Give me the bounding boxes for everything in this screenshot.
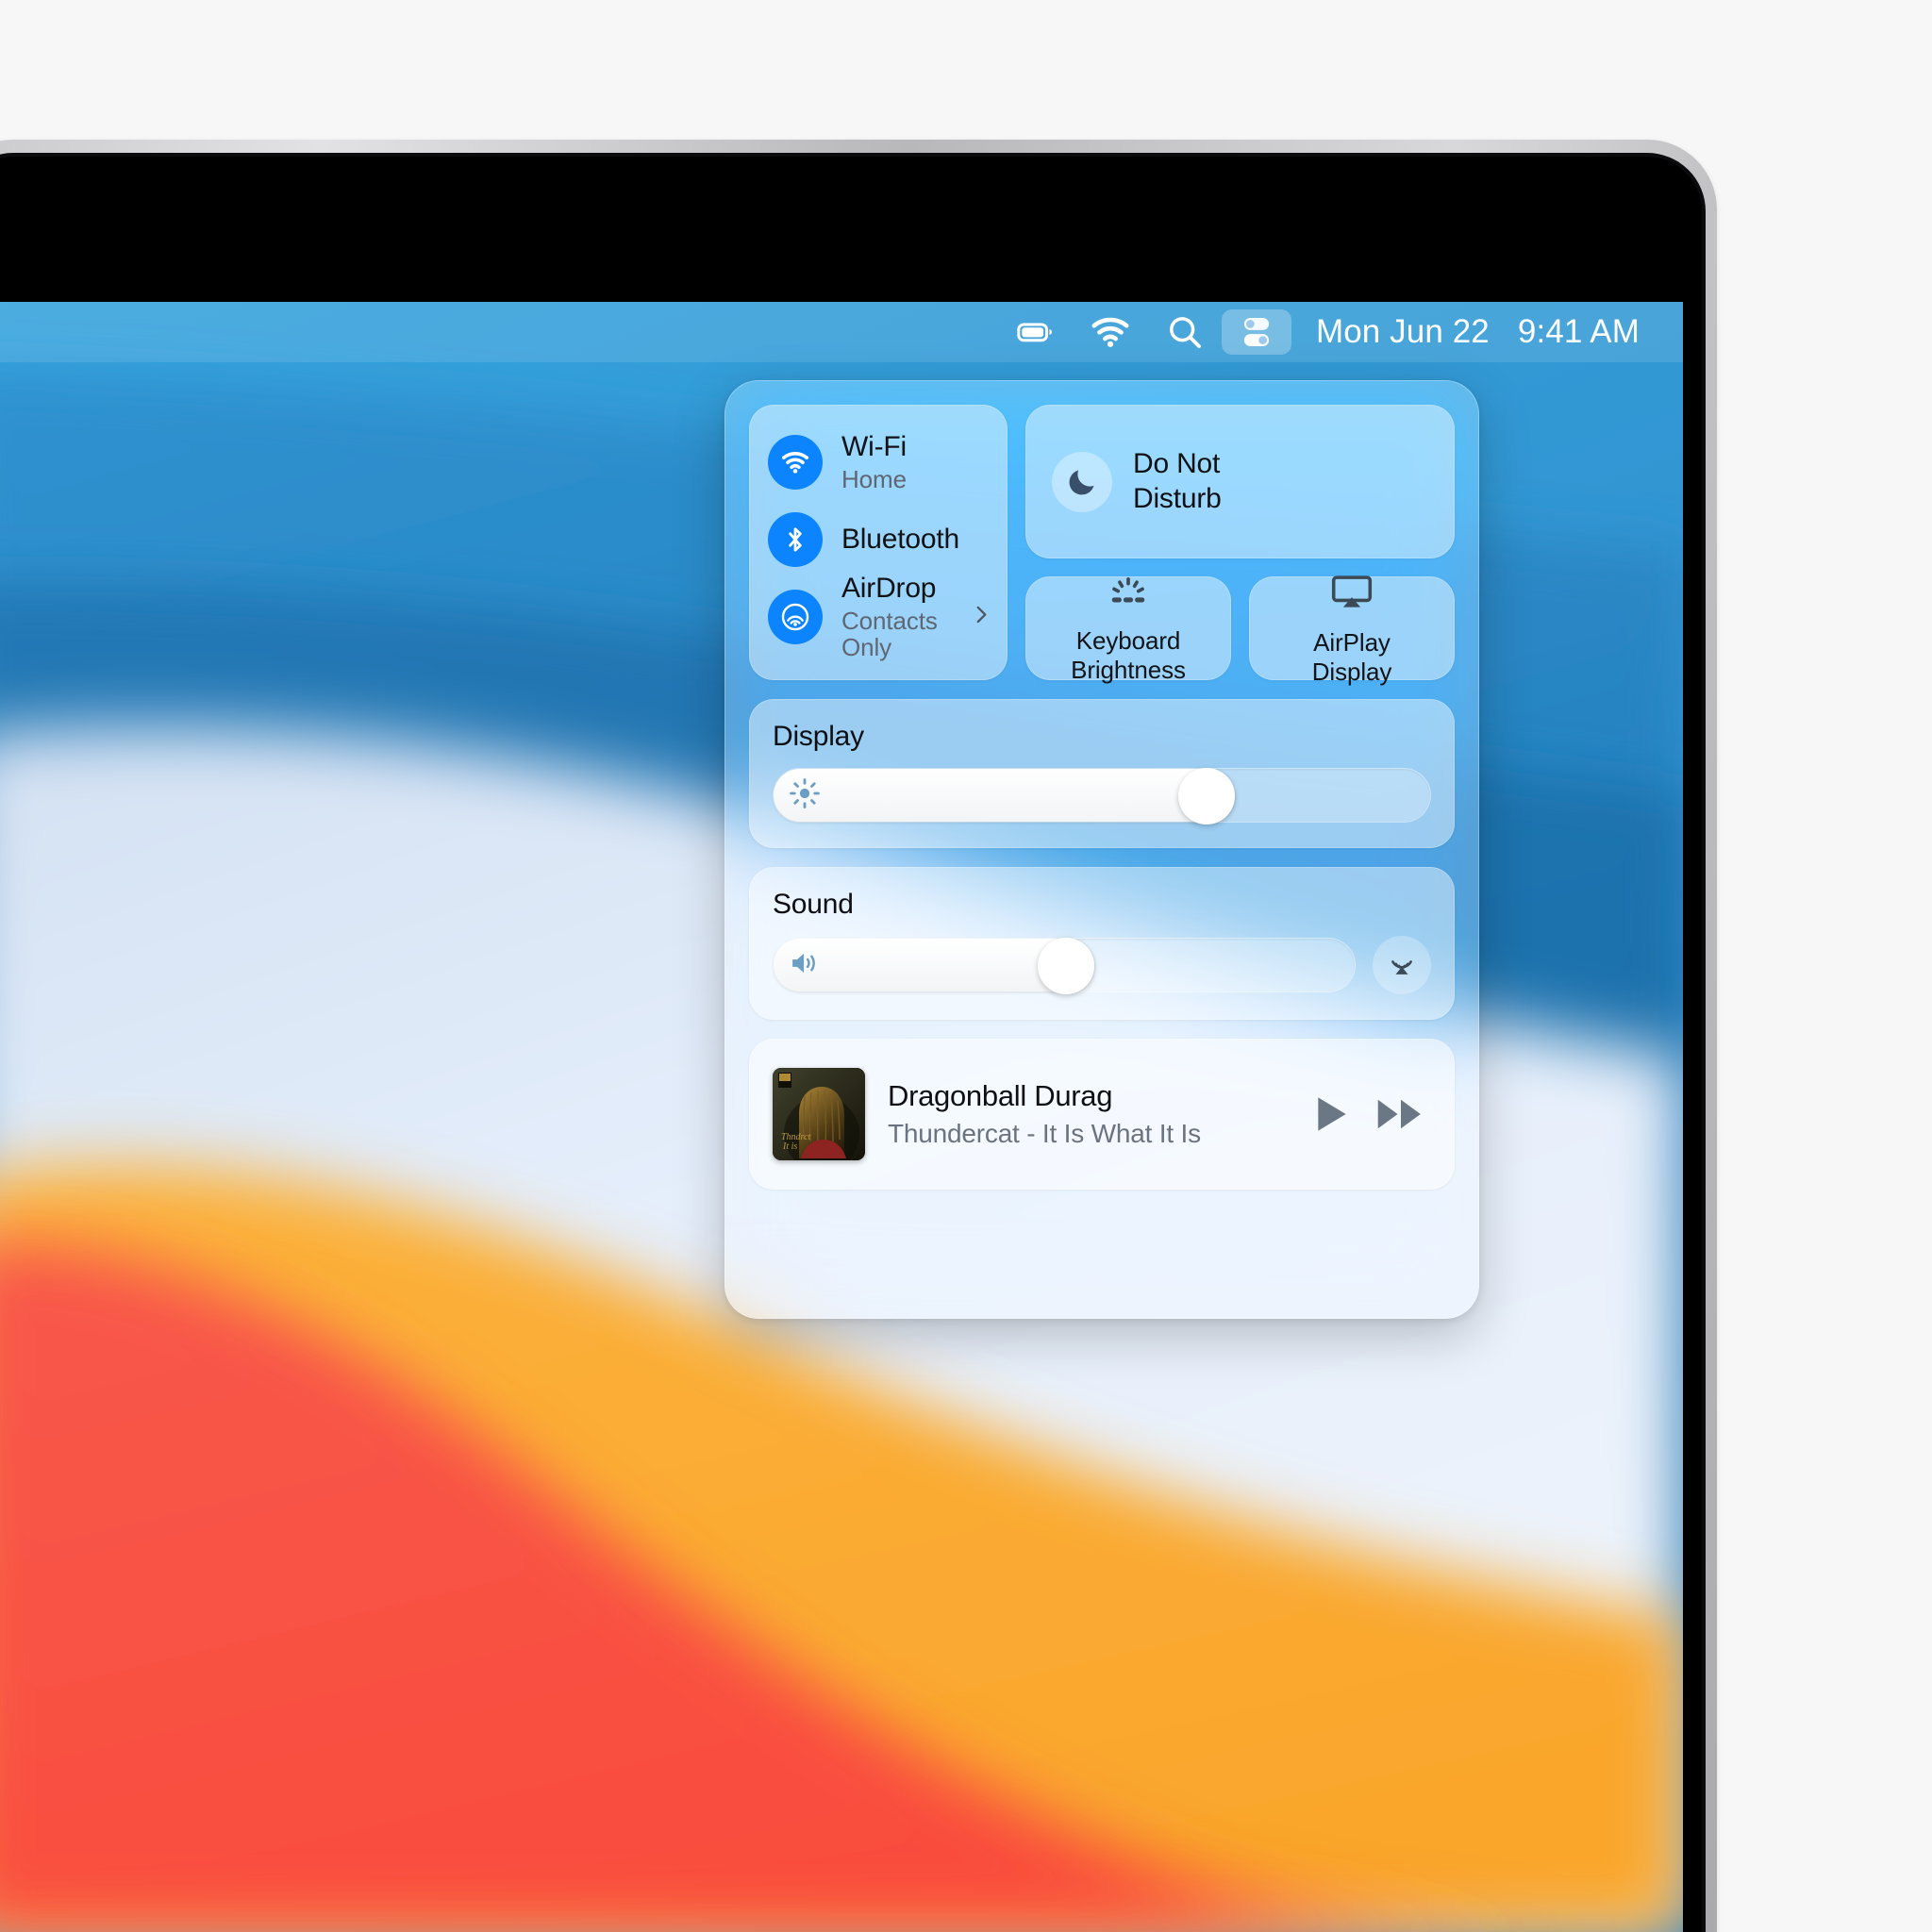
- menubar-time[interactable]: 9:41 AM: [1490, 313, 1643, 351]
- bluetooth-icon: [768, 512, 823, 567]
- display-title: Display: [773, 721, 864, 752]
- sound-card: Sound: [749, 867, 1455, 1020]
- wifi-row[interactable]: Wi-Fi Home: [750, 430, 1007, 494]
- airdrop-row[interactable]: AirDrop Contacts Only: [750, 573, 1007, 660]
- keyboard-brightness-tile[interactable]: Keyboard Brightness: [1025, 576, 1231, 684]
- moon-icon: [1052, 451, 1112, 512]
- do-not-disturb-tile[interactable]: Do Not Disturb: [1025, 405, 1455, 558]
- search-icon[interactable]: [1148, 309, 1222, 355]
- airdrop-label: AirDrop: [841, 573, 937, 605]
- control-center-panel: Wi-Fi Home Bluetooth AirDrop Contacts On…: [724, 380, 1479, 1319]
- display-card: Display: [749, 699, 1455, 848]
- play-icon[interactable]: [1312, 1093, 1352, 1135]
- now-playing-card: Thndrct It is Dragonball Durag Thunderca…: [749, 1039, 1455, 1190]
- bluetooth-row[interactable]: Bluetooth: [750, 508, 1007, 572]
- control-center-icon[interactable]: [1221, 309, 1291, 355]
- sound-slider-knob[interactable]: [1037, 938, 1094, 994]
- display-slider-knob[interactable]: [1177, 768, 1235, 824]
- airplay-display-line-1: AirPlay: [1313, 627, 1391, 657]
- do-not-disturb-label: Do Not Disturb: [1133, 447, 1222, 516]
- track-artist-album: Thundercat - It Is What It Is: [888, 1119, 1201, 1148]
- svg-text:It is: It is: [782, 1141, 797, 1152]
- wifi-icon: [768, 435, 823, 490]
- album-art: Thndrct It is: [773, 1068, 865, 1160]
- airplay-display-label: AirPlay Display: [1312, 628, 1392, 686]
- chevron-right-icon[interactable]: [969, 603, 993, 632]
- wifi-network-name: Home: [841, 464, 907, 493]
- sound-title: Sound: [773, 889, 854, 920]
- display-slider-fill: [774, 769, 1235, 822]
- airplay-display-icon: [1331, 575, 1373, 615]
- product-shot-canvas: Mon Jun 22 9:41 AM Wi-Fi Home Bluetooth …: [0, 0, 1932, 1932]
- airplay-display-tile[interactable]: AirPlay Display: [1249, 575, 1455, 686]
- wifi-text: Wi-Fi Home: [841, 431, 907, 493]
- macos-desktop: Mon Jun 22 9:41 AM Wi-Fi Home Bluetooth …: [0, 302, 1683, 1932]
- keyboard-brightness-label: Keyboard Brightness: [1071, 626, 1186, 684]
- display-brightness-slider[interactable]: [773, 768, 1431, 824]
- dnd-line-2: Disturb: [1133, 482, 1222, 514]
- menu-bar: Mon Jun 22 9:41 AM: [0, 302, 1683, 362]
- wifi-label: Wi-Fi: [841, 431, 907, 463]
- keyboard-brightness-line-2: Brightness: [1071, 655, 1186, 684]
- control-center-right-column: Do Not Disturb Keyboard Brightness AirPl…: [1025, 405, 1455, 686]
- airdrop-icon: [768, 590, 823, 644]
- control-center-top-row: Wi-Fi Home Bluetooth AirDrop Contacts On…: [749, 405, 1455, 686]
- square-tiles-row: Keyboard Brightness AirPlay Display: [1025, 575, 1455, 686]
- bluetooth-text: Bluetooth: [841, 523, 959, 555]
- menubar-date[interactable]: Mon Jun 22: [1291, 313, 1490, 351]
- display-slider-row: [773, 768, 1431, 824]
- keyboard-brightness-icon: [1106, 576, 1151, 613]
- track-title: Dragonball Durag: [888, 1079, 1113, 1112]
- dnd-line-1: Do Not: [1133, 447, 1221, 479]
- bluetooth-label: Bluetooth: [841, 523, 959, 555]
- battery-icon[interactable]: [999, 309, 1073, 355]
- now-playing-controls: [1312, 1093, 1425, 1135]
- fast-forward-icon[interactable]: [1376, 1095, 1425, 1133]
- brightness-icon: [789, 777, 821, 814]
- sound-slider-row: [773, 936, 1431, 994]
- speaker-icon: [789, 948, 823, 983]
- wifi-icon[interactable]: [1073, 309, 1148, 355]
- keyboard-brightness-line-1: Keyboard: [1075, 625, 1181, 655]
- sound-volume-slider[interactable]: [773, 938, 1356, 994]
- now-playing-text: Dragonball Durag Thundercat - It Is What…: [888, 1079, 1290, 1149]
- connectivity-card: Wi-Fi Home Bluetooth AirDrop Contacts On…: [749, 405, 1008, 680]
- airplay-audio-icon[interactable]: [1373, 936, 1431, 994]
- airplay-display-line-2: Display: [1311, 657, 1392, 686]
